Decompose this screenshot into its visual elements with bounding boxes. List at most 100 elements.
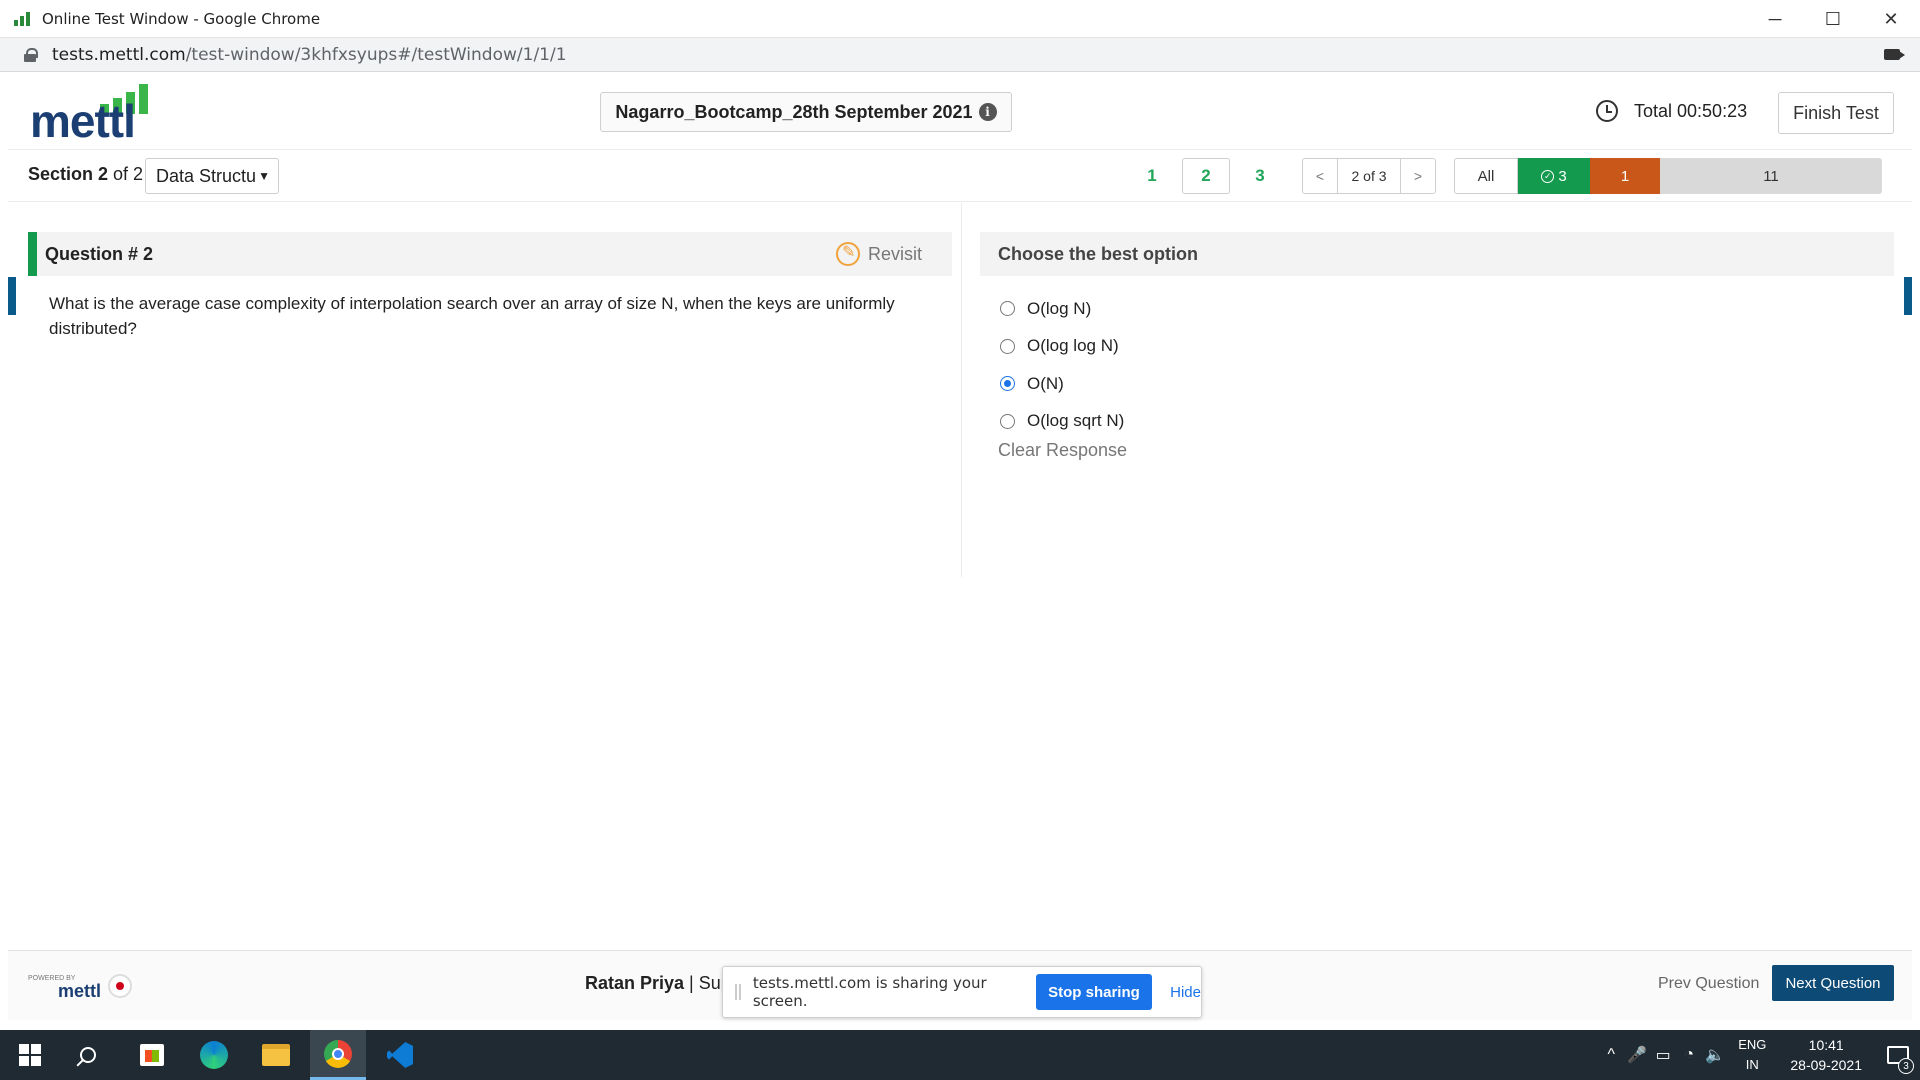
question-title: Question # 2 <box>45 243 154 264</box>
url-host: tests.mettl.com <box>52 44 186 65</box>
window-title: Online Test Window - Google Chrome <box>42 9 321 28</box>
option-3-radio[interactable] <box>1000 376 1015 392</box>
hide-button[interactable]: Hide <box>1170 984 1201 1001</box>
region-code: IN <box>1745 1057 1759 1072</box>
question-text: What is the average case complexity of i… <box>49 294 895 338</box>
question-number-1[interactable]: 1 <box>1128 158 1176 194</box>
tray-expand-icon[interactable]: ^ <box>1598 1046 1624 1064</box>
test-name-box: Nagarro_Bootcamp_28th September 2021 i <box>600 92 1012 132</box>
option-2[interactable]: O(log log N) <box>1000 328 1124 366</box>
next-question-button[interactable]: Next Question <box>1772 965 1894 1001</box>
right-edge-marker <box>1904 277 1912 315</box>
url-text[interactable]: tests.mettl.com/test-window/3khfxsyups#/… <box>52 45 567 65</box>
record-indicator-icon <box>108 974 132 998</box>
pager-next-button[interactable]: > <box>1401 159 1435 193</box>
minimize-button[interactable]: ─ <box>1746 0 1804 38</box>
section-bar: Section 2 of 2 Data Structu ▼ 1 2 3 < 2 … <box>8 150 1912 202</box>
option-4-radio[interactable] <box>1000 413 1015 429</box>
screen-share-bar: tests.mettl.com is sharing your screen. … <box>722 966 1202 1018</box>
windows-taskbar: ^ 🎤 ▭ ◔ 🔈 ENG IN 10:41 28-09-2021 3 <box>0 1030 1920 1080</box>
question-pager: < 2 of 3 > <box>1302 158 1436 194</box>
section-select-value: Data Structu <box>156 165 257 186</box>
search-icon <box>80 1047 96 1063</box>
notification-count: 3 <box>1898 1058 1914 1074</box>
question-number-3[interactable]: 3 <box>1236 158 1284 194</box>
microphone-icon[interactable]: 🎤 <box>1624 1045 1650 1065</box>
test-name: Nagarro_Bootcamp_28th September 2021 <box>615 101 973 122</box>
language-indicator[interactable]: ENG IN <box>1738 1035 1766 1075</box>
filter-revisit-button[interactable]: 1 <box>1590 158 1660 194</box>
store-icon <box>140 1044 164 1066</box>
battery-icon[interactable]: ▭ <box>1650 1045 1676 1065</box>
edge-taskbar-button[interactable] <box>186 1030 242 1080</box>
chrome-taskbar-button[interactable] <box>310 1030 366 1080</box>
options-list: O(log N) O(log log N) O(N) O(log sqrt N) <box>1000 290 1124 440</box>
option-1-radio[interactable] <box>1000 301 1015 317</box>
system-tray: ^ 🎤 ▭ ◔ 🔈 ENG IN 10:41 28-09-2021 3 <box>1598 1030 1920 1080</box>
section-total: of 2 <box>108 164 144 184</box>
options-header: Choose the best option <box>980 232 1894 276</box>
option-3[interactable]: O(N) <box>1000 365 1124 403</box>
revisit-button[interactable]: Revisit <box>835 242 922 266</box>
prev-question-button[interactable]: Prev Question <box>1658 975 1759 993</box>
edge-icon <box>200 1041 228 1069</box>
option-3-label[interactable]: O(N) <box>1027 374 1064 394</box>
powered-by-logo: POWERED BY mettl <box>28 971 138 1001</box>
close-window-button[interactable]: ✕ <box>1862 0 1920 38</box>
pager-position: 2 of 3 <box>1337 159 1401 193</box>
info-icon[interactable]: i <box>978 103 997 121</box>
question-number-2[interactable]: 2 <box>1182 158 1230 194</box>
section-number: Section 2 <box>28 164 109 184</box>
window-controls: ─ ☐ ✕ <box>1746 0 1920 38</box>
section-label: Section 2 of 2 <box>28 164 143 185</box>
browser-titlebar: Online Test Window - Google Chrome ─ ☐ ✕ <box>0 0 1920 38</box>
check-icon: ✓ <box>1541 169 1555 183</box>
option-1[interactable]: O(log N) <box>1000 290 1124 328</box>
vscode-taskbar-button[interactable] <box>372 1030 428 1080</box>
notification-button[interactable]: 3 <box>1876 1030 1920 1080</box>
section-select[interactable]: Data Structu ▼ <box>145 158 279 194</box>
url-path: /test-window/3khfxsyups#/testWindow/1/1/… <box>185 44 567 65</box>
option-4-label[interactable]: O(log sqrt N) <box>1027 411 1124 431</box>
maximize-button[interactable]: ☐ <box>1804 0 1862 38</box>
store-taskbar-button[interactable] <box>124 1030 180 1080</box>
search-button[interactable] <box>60 1030 116 1080</box>
timer: Total 00:50:23 <box>1596 100 1747 122</box>
question-navigator: 1 2 3 < 2 of 3 > <box>1128 158 1436 194</box>
option-2-label[interactable]: O(log log N) <box>1027 336 1119 356</box>
test-page: mettl Nagarro_Bootcamp_28th September 20… <box>8 72 1912 1020</box>
finish-test-button[interactable]: Finish Test <box>1778 92 1894 134</box>
chrome-icon <box>324 1039 352 1068</box>
lock-icon[interactable] <box>24 47 38 62</box>
test-header: mettl Nagarro_Bootcamp_28th September 20… <box>8 72 1912 150</box>
explorer-taskbar-button[interactable] <box>248 1030 304 1080</box>
mettl-favicon-icon <box>14 11 34 26</box>
address-bar[interactable]: tests.mettl.com/test-window/3khfxsyups#/… <box>0 38 1920 72</box>
status-filters: All ✓ 3 1 11 <box>1454 158 1882 194</box>
volume-icon[interactable]: 🔈 <box>1702 1045 1728 1065</box>
vscode-icon <box>387 1042 413 1068</box>
filter-answered-button[interactable]: ✓ 3 <box>1518 158 1590 194</box>
stop-sharing-button[interactable]: Stop sharing <box>1035 974 1153 1010</box>
wifi-icon[interactable]: ◔ <box>1676 1046 1702 1064</box>
start-button[interactable] <box>2 1030 58 1080</box>
pager-prev-button[interactable]: < <box>1303 159 1337 193</box>
chevron-down-icon: ▼ <box>258 169 270 183</box>
drag-handle-icon[interactable] <box>735 984 741 1000</box>
option-4[interactable]: O(log sqrt N) <box>1000 403 1124 441</box>
left-edge-marker <box>8 277 16 315</box>
filter-unanswered-button[interactable]: 11 <box>1660 158 1882 194</box>
option-2-radio[interactable] <box>1000 338 1015 354</box>
question-header: Question # 2 Revisit <box>28 232 952 276</box>
mettl-logo: mettl <box>30 84 160 144</box>
candidate-name-bold: Ratan Priya <box>585 973 685 993</box>
option-1-label[interactable]: O(log N) <box>1027 299 1091 319</box>
panel-divider <box>961 203 962 577</box>
taskbar-clock[interactable]: 10:41 28-09-2021 <box>1790 1035 1862 1075</box>
filter-all-button[interactable]: All <box>1454 158 1518 194</box>
share-message: tests.mettl.com is sharing your screen. <box>752 974 987 1010</box>
windows-icon <box>19 1044 41 1066</box>
camera-icon[interactable] <box>1884 49 1905 60</box>
clear-response-button[interactable]: Clear Response <box>998 440 1127 461</box>
logo-text: mettl <box>30 95 136 147</box>
